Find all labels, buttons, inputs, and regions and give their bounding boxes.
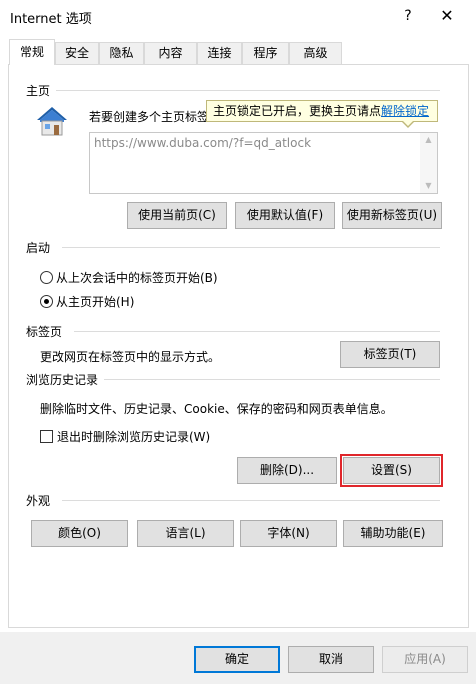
tabs-section-title: 标签页 xyxy=(26,325,63,339)
startup-last-session-radio[interactable] xyxy=(40,271,53,284)
help-button[interactable]: ? xyxy=(393,4,423,28)
house-icon xyxy=(34,104,70,138)
history-section-title: 浏览历史记录 xyxy=(26,373,99,387)
home-description: 若要创建多个主页标签 xyxy=(89,110,210,124)
unlock-link[interactable]: 解除锁定 xyxy=(381,104,429,118)
delete-history-button[interactable]: 删除(D)... xyxy=(237,457,337,484)
use-current-button[interactable]: 使用当前页(C) xyxy=(127,202,227,229)
history-description: 删除临时文件、历史记录、Cookie、保存的密码和网页表单信息。 xyxy=(40,402,393,416)
appearance-section-divider xyxy=(62,500,440,501)
use-default-button[interactable]: 使用默认值(F) xyxy=(235,202,335,229)
fonts-button[interactable]: 字体(N) xyxy=(240,520,337,547)
tab-advanced[interactable]: 高级 xyxy=(289,42,342,64)
startup-home-label: 从主页开始(H) xyxy=(56,295,135,309)
tab-content[interactable]: 内容 xyxy=(144,42,197,64)
startup-home-radio[interactable] xyxy=(40,295,53,308)
appearance-section-title: 外观 xyxy=(26,494,51,508)
window-title: Internet 选项 xyxy=(10,12,92,27)
colors-button[interactable]: 颜色(O) xyxy=(31,520,128,547)
tabs-settings-button[interactable]: 标签页(T) xyxy=(340,341,440,368)
homepage-scrollbar[interactable]: ▲ ▼ xyxy=(420,133,437,193)
startup-section-title: 启动 xyxy=(26,241,51,255)
accessibility-button[interactable]: 辅助功能(E) xyxy=(343,520,443,547)
home-section-title: 主页 xyxy=(26,84,51,98)
tab-privacy[interactable]: 隐私 xyxy=(99,42,144,64)
close-button[interactable]: ✕ xyxy=(432,4,462,28)
history-section-divider xyxy=(104,379,440,380)
delete-on-exit-label: 退出时删除浏览历史记录(W) xyxy=(57,430,211,444)
apply-button[interactable]: 应用(A) xyxy=(382,646,468,673)
homepage-url-value: https://www.duba.com/?f=qd_atlock xyxy=(94,136,312,150)
history-settings-button[interactable]: 设置(S) xyxy=(343,457,440,484)
languages-button[interactable]: 语言(L) xyxy=(137,520,234,547)
startup-section-divider xyxy=(62,247,440,248)
use-new-tab-button[interactable]: 使用新标签页(U) xyxy=(342,202,442,229)
ok-button[interactable]: 确定 xyxy=(194,646,280,673)
scroll-down-icon[interactable]: ▼ xyxy=(420,179,437,193)
scroll-up-icon[interactable]: ▲ xyxy=(420,133,437,147)
tooltip-text: 主页锁定已开启，更换主页请点 xyxy=(213,104,382,118)
tabs-section-divider xyxy=(74,331,440,332)
homepage-lock-tooltip: 主页锁定已开启，更换主页请点解除锁定 xyxy=(206,100,438,122)
startup-last-session-label: 从上次会话中的标签页开始(B) xyxy=(56,271,218,285)
close-icon: ✕ xyxy=(440,6,454,25)
home-section-divider xyxy=(56,90,440,91)
tooltip-tail-fill xyxy=(402,120,414,126)
tab-programs[interactable]: 程序 xyxy=(242,42,289,64)
tab-connections[interactable]: 连接 xyxy=(197,42,242,64)
cancel-button[interactable]: 取消 xyxy=(288,646,374,673)
tab-security[interactable]: 安全 xyxy=(55,42,99,64)
tabs-description: 更改网页在标签页中的显示方式。 xyxy=(40,350,221,364)
delete-on-exit-checkbox[interactable] xyxy=(40,430,53,443)
tab-general[interactable]: 常规 xyxy=(9,39,55,65)
